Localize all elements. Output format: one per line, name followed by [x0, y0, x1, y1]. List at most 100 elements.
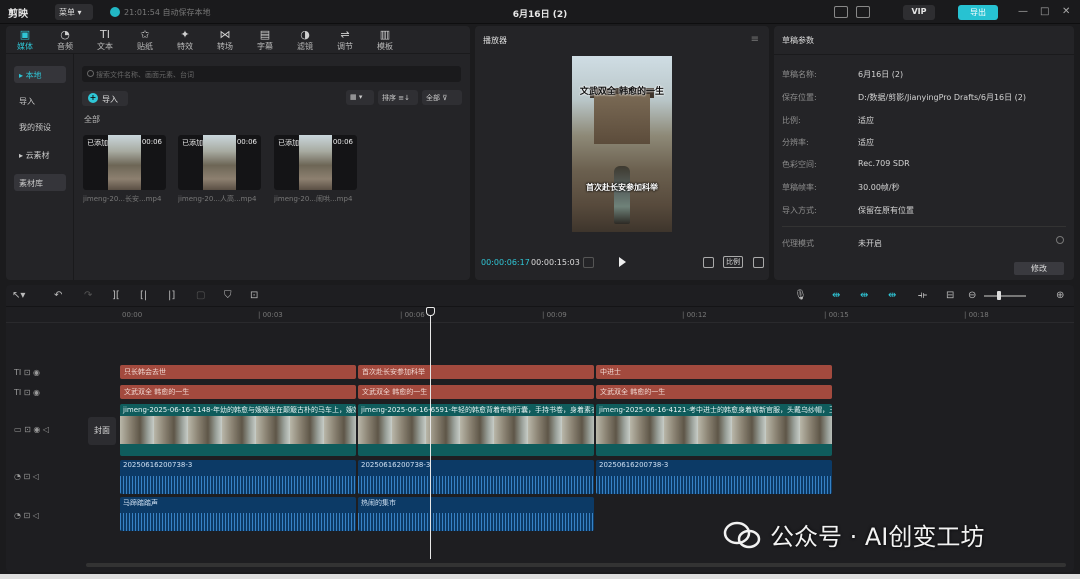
ratio-button[interactable]: 比例 — [723, 256, 743, 268]
media-clip[interactable]: 已添加 00:06 — [274, 135, 357, 190]
close-icon[interactable]: ✕ — [1062, 6, 1070, 17]
split-preview-icon[interactable]: ⟛ — [918, 290, 927, 301]
text-track-icon: TI ⊡ ◉ — [14, 388, 41, 397]
media-clip[interactable]: 已添加 00:06 — [178, 135, 261, 190]
sort-button[interactable]: 排序 ≡↓ — [378, 90, 418, 105]
player-panel: 播放器 ≡ 文武双全 韩愈的一生 首次赴长安参加科举 00:00:06:17 0… — [475, 26, 769, 280]
tab-template[interactable]: ▥ 模板 — [366, 28, 404, 52]
preview-axis-icon[interactable]: ⊟ — [946, 290, 954, 301]
sidebar-item-library[interactable]: 素材库 — [14, 174, 66, 191]
zoom-out-icon[interactable]: ⊖ — [968, 290, 976, 301]
tab-label: 调节 — [337, 42, 353, 51]
video-preview[interactable]: 文武双全 韩愈的一生 首次赴长安参加科举 — [572, 56, 672, 232]
tab-label: 字幕 — [257, 42, 273, 51]
play-icon[interactable] — [619, 257, 626, 267]
tab-filter[interactable]: ◑ 滤镜 — [286, 28, 324, 52]
fit-icon[interactable] — [703, 257, 714, 268]
modify-button[interactable]: 修改 — [1014, 262, 1064, 275]
linkage-icon[interactable]: ⇹ — [888, 290, 896, 301]
video-clip[interactable]: jimeng-2025-06-16-4121-考中进士的韩愈身着崭新官服，头戴乌… — [596, 404, 832, 456]
crop-icon[interactable]: ⊡ — [250, 290, 258, 301]
cover-button[interactable]: 封面 — [88, 417, 116, 445]
zoom-slider-handle[interactable] — [997, 291, 1001, 300]
clip-thumbnail — [108, 135, 141, 190]
sfx-clip[interactable]: 热闹的集市 — [358, 497, 594, 531]
audio-icon: ◔ — [60, 28, 70, 41]
ruler-tick: | 00:09 — [542, 311, 567, 319]
select-cursor-icon[interactable]: ↖▾ — [12, 290, 25, 301]
clip-duration: 00:06 — [236, 138, 257, 146]
tool-tabs: ▣ 媒体 ◔ 音频 TI 文本 ✩ 贴纸 ✦ 特效 ⋈ 转场 ▤ 字幕 ◑ 滤镜 ⇌ 调节 ▥ 模板 — [6, 26, 470, 54]
export-button[interactable]: 导出 — [958, 5, 998, 20]
delete-icon[interactable]: ▢ — [196, 290, 205, 301]
tab-subtitle[interactable]: ▤ 字幕 — [246, 28, 284, 52]
shortcut-icon[interactable] — [834, 6, 848, 18]
fullscreen-icon[interactable] — [753, 257, 764, 268]
grid-icon[interactable] — [583, 257, 594, 268]
redo-icon[interactable]: ↷ — [84, 290, 92, 301]
tab-label: 特效 — [177, 42, 193, 51]
sidebar-item-local[interactable]: ▸ 本地 — [14, 66, 66, 83]
sidebar-item-cloud[interactable]: ▸ 云素材 — [14, 146, 66, 163]
tab-media[interactable]: ▣ 媒体 — [6, 28, 44, 52]
sidebar-item-import[interactable]: 导入 — [14, 92, 66, 109]
ruler-tick: | 00:15 — [824, 311, 849, 319]
video-clip[interactable]: jimeng-2025-06-16-1148-年幼的韩愈与嫂嫂坐在颠簸古朴的马车… — [120, 404, 356, 456]
main-track-magnet-icon[interactable]: ⇹ — [832, 290, 840, 301]
param-value: 适应 — [858, 138, 874, 147]
help-icon[interactable] — [1056, 236, 1064, 244]
sfx-clip[interactable]: 马蹄踏踏声 — [120, 497, 356, 531]
media-clip[interactable]: 已添加 00:06 — [83, 135, 166, 190]
search-input[interactable]: 搜索文件名称、画面元素、台词 — [82, 66, 461, 82]
text-clip[interactable]: 文武双全 韩愈的一生 — [120, 385, 356, 399]
sticker-icon: ✩ — [140, 28, 150, 41]
param-label: 分辨率: — [782, 138, 809, 147]
overlay-subtitle: 首次赴长安参加科举 — [586, 183, 658, 192]
tab-sticker[interactable]: ✩ 贴纸 — [126, 28, 164, 52]
video-clip-name: jimeng-2025-06-16-6591-年轻的韩愈背着布制行囊，手持书卷，… — [361, 406, 594, 414]
video-track-icon: ▭ ⊡ ◉ ◁ — [14, 425, 50, 434]
audio-waveform — [120, 476, 356, 494]
undo-icon[interactable]: ↶ — [54, 290, 62, 301]
text-clip[interactable]: 首次赴长安参加科举 — [358, 365, 594, 379]
param-label: 草稿帧率: — [782, 183, 817, 192]
zoom-slider[interactable] — [984, 295, 1026, 297]
hamburger-icon[interactable]: ≡ — [751, 34, 759, 45]
time-ruler[interactable]: 00:00 | 00:03 | 00:06 | 00:09 | 00:12 | … — [6, 307, 1074, 323]
trim-right-icon[interactable]: |] — [168, 290, 175, 301]
audio-clip[interactable]: 20250616200738-3 — [596, 460, 832, 494]
playhead-handle[interactable] — [426, 307, 435, 316]
microphone-icon[interactable]: 🎙 — [794, 290, 807, 301]
video-clip[interactable]: jimeng-2025-06-16-6591-年轻的韩愈背着布制行囊，手持书卷，… — [358, 404, 594, 456]
auto-snap-icon[interactable]: ⇹ — [860, 290, 868, 301]
watermark-text: 公众号 · AI创变工坊 — [770, 523, 985, 551]
tab-adjust[interactable]: ⇌ 调节 — [326, 28, 364, 52]
text-clip[interactable]: 只长韩会去世 — [120, 365, 356, 379]
marker-icon[interactable]: ⛉ — [224, 290, 232, 301]
all-filter-button[interactable]: 全部 ⊽ — [422, 90, 462, 105]
audio-clip[interactable]: 20250616200738-3 — [358, 460, 594, 494]
playhead[interactable] — [430, 309, 431, 559]
ruler-tick: | 00:12 — [682, 311, 707, 319]
minimize-icon[interactable]: — — [1018, 6, 1028, 17]
sidebar-item-presets[interactable]: 我的预设 — [14, 118, 66, 135]
maximize-icon[interactable]: □ — [1040, 6, 1049, 17]
tab-text[interactable]: TI 文本 — [86, 28, 124, 52]
audio-clip[interactable]: 20250616200738-3 — [120, 460, 356, 494]
text-clip[interactable]: 文武双全 韩愈的一生 — [596, 385, 832, 399]
text-clip[interactable]: 中进士 — [596, 365, 832, 379]
zoom-in-icon[interactable]: ⊕ — [1056, 290, 1064, 301]
tab-effects[interactable]: ✦ 特效 — [166, 28, 204, 52]
tab-transition[interactable]: ⋈ 转场 — [206, 28, 244, 52]
text-clip[interactable]: 文武双全 韩愈的一生 — [358, 385, 594, 399]
vip-badge[interactable]: VIP — [903, 5, 935, 20]
added-badge: 已添加 — [87, 139, 108, 147]
trim-left-icon[interactable]: [| — [140, 290, 147, 301]
view-toggle[interactable]: ▦ ▾ — [346, 90, 374, 105]
timeline-scrollbar[interactable] — [86, 563, 1066, 567]
tab-audio[interactable]: ◔ 音频 — [46, 28, 84, 52]
param-label: 保存位置: — [782, 93, 817, 102]
layout-icon[interactable] — [856, 6, 870, 18]
added-badge: 已添加 — [278, 139, 299, 147]
split-icon[interactable]: ][ — [112, 290, 120, 301]
